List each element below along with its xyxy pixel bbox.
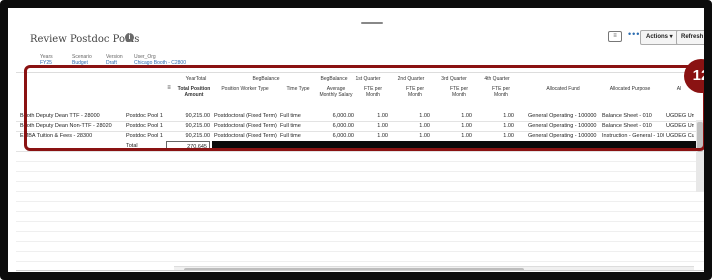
comment-icon[interactable]: ≡ bbox=[608, 31, 622, 42]
grid-line bbox=[16, 221, 704, 222]
tab-single-organization[interactable]: Postdoc Pools - Single Organiz... bbox=[32, 272, 113, 278]
tab-review-postdoc-pools[interactable]: Review Postdoc Pools bbox=[194, 272, 253, 278]
grid-line bbox=[16, 201, 704, 202]
callout-badge: 12 bbox=[684, 59, 704, 93]
info-icon[interactable]: i bbox=[125, 33, 134, 42]
form-tabs: Postdoc Pools - Single Organiz... Postdo… bbox=[16, 270, 704, 278]
refresh-button[interactable]: Refresh bbox=[676, 30, 704, 45]
grid-line bbox=[16, 171, 704, 172]
more-options-button[interactable]: ••• bbox=[628, 29, 640, 39]
grid-line bbox=[16, 231, 704, 232]
grid-line bbox=[16, 181, 704, 182]
grid-line bbox=[16, 191, 704, 192]
tab-multiple-organization[interactable]: Postdoc Pools - Multiple Organiz... bbox=[116, 272, 200, 278]
grid-line bbox=[16, 251, 704, 252]
actions-button[interactable]: Actions ▾ bbox=[640, 30, 679, 45]
grid-line bbox=[16, 161, 704, 162]
screenshot-frame: Review Postdoc Pools i ≡ ••• Actions ▾ R… bbox=[0, 0, 712, 280]
page-header: Review Postdoc Pools i ≡ ••• Actions ▾ R… bbox=[16, 16, 704, 54]
callout-highlight bbox=[24, 65, 704, 151]
grid-line bbox=[16, 211, 704, 212]
grid-line bbox=[16, 241, 704, 242]
grid-line bbox=[16, 261, 704, 262]
page-title: Review Postdoc Pools bbox=[30, 34, 140, 45]
